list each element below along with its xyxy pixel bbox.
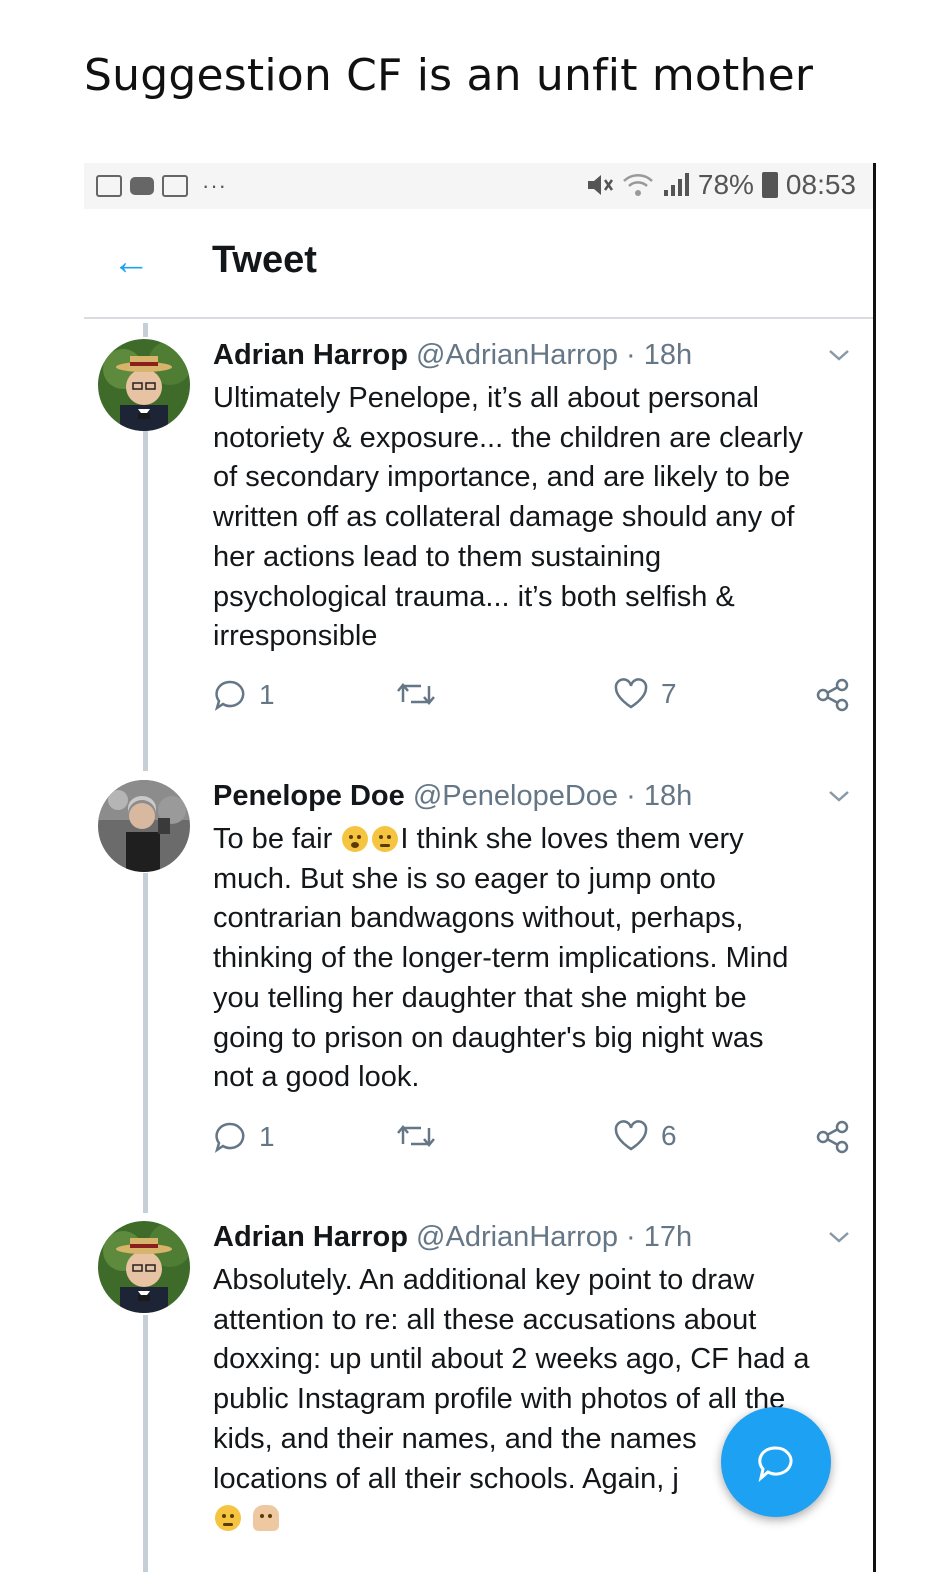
like-count: 6 [661,1120,677,1151]
author-handle[interactable]: @AdrianHarrop [416,1221,618,1253]
page-title: Tweet [212,239,317,281]
surprised-face-emoji-icon [342,826,369,852]
compose-reply-button[interactable] [721,1407,831,1517]
chevron-down-icon[interactable] [826,786,852,806]
tweet-header: Adrian Harrop @AdrianHarrop · 18h [213,339,693,371]
chevron-down-icon[interactable] [826,1227,852,1247]
frame-border [873,163,876,1572]
tweet-time: 18h [643,780,693,812]
avatar[interactable] [98,1221,190,1313]
clock: 08:53 [785,169,856,200]
reply-icon [214,680,245,711]
tweet-actions: 1 7 [213,678,863,718]
author-handle[interactable]: @AdrianHarrop [416,339,618,371]
share-button[interactable] [815,678,851,712]
disappointed-face-emoji-icon [372,826,399,852]
back-arrow-icon[interactable]: ← [112,243,150,281]
retweet-button[interactable] [395,678,437,710]
retweet-button[interactable] [395,1120,437,1152]
tweet-text: Ultimately Penelope, it’s all about pers… [213,382,803,653]
image-icon [162,175,188,197]
retweet-icon [397,1125,435,1147]
tweet-actions: 1 6 [213,1120,863,1160]
share-icon [816,1120,849,1154]
tweet[interactable]: Adrian Harrop @AdrianHarrop · 17h Absolu… [84,1221,874,1572]
tweet[interactable]: Penelope Doe @PenelopeDoe · 18h To be fa… [84,780,874,1160]
tweet[interactable]: Adrian Harrop @AdrianHarrop · 18h Ultima… [84,339,874,719]
app-header: ← Tweet [84,209,874,319]
heart-icon [614,678,648,709]
video-icon [130,177,154,195]
worried-face-emoji-icon [215,1505,241,1532]
reply-count: 1 [259,1121,275,1152]
share-button[interactable] [815,1120,851,1154]
reply-icon [214,1122,245,1153]
heart-icon [614,1120,648,1151]
author-name[interactable]: Penelope Doe [213,780,405,812]
more-notifications-icon: ··· [202,173,227,198]
thread-line [143,323,148,337]
battery-percent: 78% [697,169,754,200]
tweet-header: Penelope Doe @PenelopeDoe · 18h [213,780,693,812]
reply-button[interactable]: 1 [213,1120,275,1154]
author-name[interactable]: Adrian Harrop [213,339,408,371]
avatar[interactable] [98,780,190,872]
mute-icon [587,175,613,195]
like-count: 7 [661,678,677,709]
avatar[interactable] [98,339,190,431]
retweet-icon [397,683,435,705]
wifi-icon [623,174,653,196]
person-emoji-icon [253,1505,280,1532]
tweet-text: To be fair I think she loves them very m… [213,823,789,1094]
author-handle[interactable]: @PenelopeDoe [413,780,618,812]
signal-icon [663,173,689,196]
like-button[interactable]: 7 [613,678,677,710]
tweet-time: 18h [643,339,693,371]
share-icon [816,678,849,712]
tweet-header: Adrian Harrop @AdrianHarrop · 17h [213,1221,693,1253]
reply-count: 1 [259,679,275,710]
slide-title: Suggestion CF is an unfit mother [84,50,814,101]
chevron-down-icon[interactable] [826,345,852,365]
author-name[interactable]: Adrian Harrop [213,1221,408,1253]
like-button[interactable]: 6 [613,1120,677,1152]
battery-icon [761,172,778,198]
phone-screenshot: ··· 78% 08:53 ← Tweet Adrian Harrop @Adr… [84,163,874,1572]
status-bar: ··· 78% 08:53 [84,163,874,209]
gallery-icon [96,175,122,197]
reply-button[interactable]: 1 [213,678,275,712]
tweet-time: 17h [643,1221,693,1253]
reply-bubble-icon [758,1446,793,1483]
